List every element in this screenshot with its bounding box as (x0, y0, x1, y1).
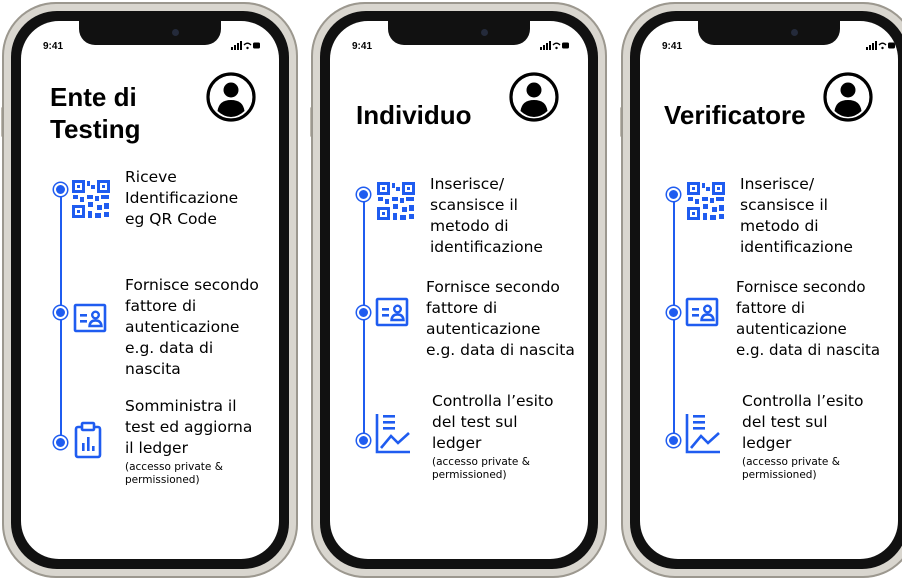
step-text: Inserisce/ (740, 175, 815, 193)
step-text: autenticazione (736, 320, 847, 338)
status-time: 9:41 (662, 41, 683, 52)
phone-screen: 9:41 Individuo Inserisce/ scansisce il m… (330, 21, 588, 559)
timeline-dot (667, 306, 680, 319)
notch (79, 21, 221, 45)
timeline-dot (357, 188, 370, 201)
step-secondo-fattore: Fornisce secondo fattore di autenticazio… (736, 277, 880, 361)
timeline-dot (54, 183, 67, 196)
document-trend-icon (685, 414, 720, 454)
timeline-dot (667, 434, 680, 447)
step-text: metodo di (430, 217, 509, 235)
step-text: Fornisce secondo (736, 278, 866, 296)
step-text: fattore di (736, 299, 805, 317)
step-text: autenticazione (426, 320, 541, 338)
id-card-icon (685, 297, 719, 327)
camera (172, 29, 179, 36)
step-note: (accesso private & (432, 456, 530, 468)
title-line: Ente di (50, 82, 137, 112)
timeline-dot (357, 434, 370, 447)
title-line: Testing (50, 114, 141, 144)
phone-individuo: 9:41 Individuo Inserisce/ scansisce il m… (310, 2, 607, 578)
status-icons (540, 41, 570, 50)
status-icons (231, 41, 261, 50)
notch (388, 21, 530, 45)
signal-wifi-battery-icon (866, 41, 895, 50)
step-text: test ed aggiorna (125, 418, 253, 436)
page-title: Ente di Testing (50, 81, 141, 145)
user-avatar-icon[interactable] (205, 71, 257, 123)
step-note: permissioned) (742, 469, 817, 481)
step-text: il ledger (125, 439, 188, 457)
step-aggiorna-ledger: Somministra il test ed aggiorna il ledge… (125, 396, 252, 487)
step-secondo-fattore: Fornisce secondo fattore di autenticazio… (426, 277, 575, 361)
step-secondo-fattore: Fornisce secondo fattore di autenticazio… (125, 275, 259, 380)
camera (791, 29, 798, 36)
id-card-icon (375, 297, 409, 327)
step-identificazione: Riceve Identificazione eg QR Code (125, 167, 238, 230)
qr-code-icon (377, 182, 415, 220)
step-text: del test sul (432, 413, 518, 431)
clipboard-chart-icon (74, 421, 102, 459)
title-line: Individuo (356, 100, 472, 130)
step-text: fattore di (125, 297, 197, 315)
qr-code-icon (72, 180, 110, 218)
step-note: (accesso private & (742, 456, 840, 468)
status-time: 9:41 (352, 41, 373, 52)
step-text: Fornisce secondo (125, 276, 259, 294)
timeline-dot (357, 306, 370, 319)
step-text: e.g. data di (125, 339, 214, 357)
step-text: ledger (742, 434, 792, 452)
step-text: Fornisce secondo (426, 278, 560, 296)
step-text: nascita (125, 360, 181, 378)
step-text: Inserisce/ (430, 175, 505, 193)
timeline-dot (667, 188, 680, 201)
phone-screen: 9:41 Verificatore Inserisce/ scansisce i… (640, 21, 898, 559)
step-text: fattore di (426, 299, 498, 317)
step-note: permissioned) (125, 474, 200, 486)
step-text: scansisce il (740, 196, 828, 214)
step-identificazione: Inserisce/ scansisce il metodo di identi… (430, 174, 543, 258)
step-text: autenticazione (125, 318, 240, 336)
user-avatar-icon[interactable] (822, 71, 874, 123)
step-identificazione: Inserisce/ scansisce il metodo di identi… (740, 174, 853, 258)
timeline-dot (54, 306, 67, 319)
title-line: Verificatore (664, 100, 806, 130)
notch (698, 21, 840, 45)
signal-wifi-battery-icon (231, 41, 260, 50)
step-text: eg QR Code (125, 210, 217, 228)
id-card-icon (73, 303, 107, 333)
step-note: (accesso private & (125, 461, 223, 473)
timeline-dot (54, 436, 67, 449)
phone-screen: 9:41 Ente di Testing Riceve Identificazi… (21, 21, 279, 559)
qr-code-icon (687, 182, 725, 220)
step-text: identificazione (740, 238, 853, 256)
step-text: Controlla l’esito (742, 392, 864, 410)
step-text: Identificazione (125, 189, 239, 207)
phone-verificatore: 9:41 Verificatore Inserisce/ scansisce i… (620, 2, 902, 578)
step-text: metodo di (740, 217, 819, 235)
user-avatar-icon[interactable] (508, 71, 560, 123)
step-text: scansisce il (430, 196, 518, 214)
step-text: Somministra il (125, 397, 237, 415)
status-time: 9:41 (43, 41, 64, 52)
step-text: Riceve (125, 168, 177, 186)
camera (481, 29, 488, 36)
step-text: ledger (432, 434, 482, 452)
step-text: e.g. data di nascita (736, 341, 881, 359)
step-text: identificazione (430, 238, 543, 256)
status-icons (866, 41, 896, 50)
page-title: Verificatore (664, 99, 806, 131)
signal-wifi-battery-icon (540, 41, 569, 50)
phone-ente-di-testing: 9:41 Ente di Testing Riceve Identificazi… (1, 2, 298, 578)
step-note: permissioned) (432, 469, 507, 481)
step-text: del test sul (742, 413, 828, 431)
step-controlla-esito: Controlla l’esito del test sul ledger (a… (432, 391, 553, 482)
step-text: Controlla l’esito (432, 392, 554, 410)
page-title: Individuo (356, 99, 472, 131)
step-controlla-esito: Controlla l’esito del test sul ledger (a… (742, 391, 863, 482)
document-trend-icon (375, 414, 410, 454)
step-text: e.g. data di nascita (426, 341, 575, 359)
